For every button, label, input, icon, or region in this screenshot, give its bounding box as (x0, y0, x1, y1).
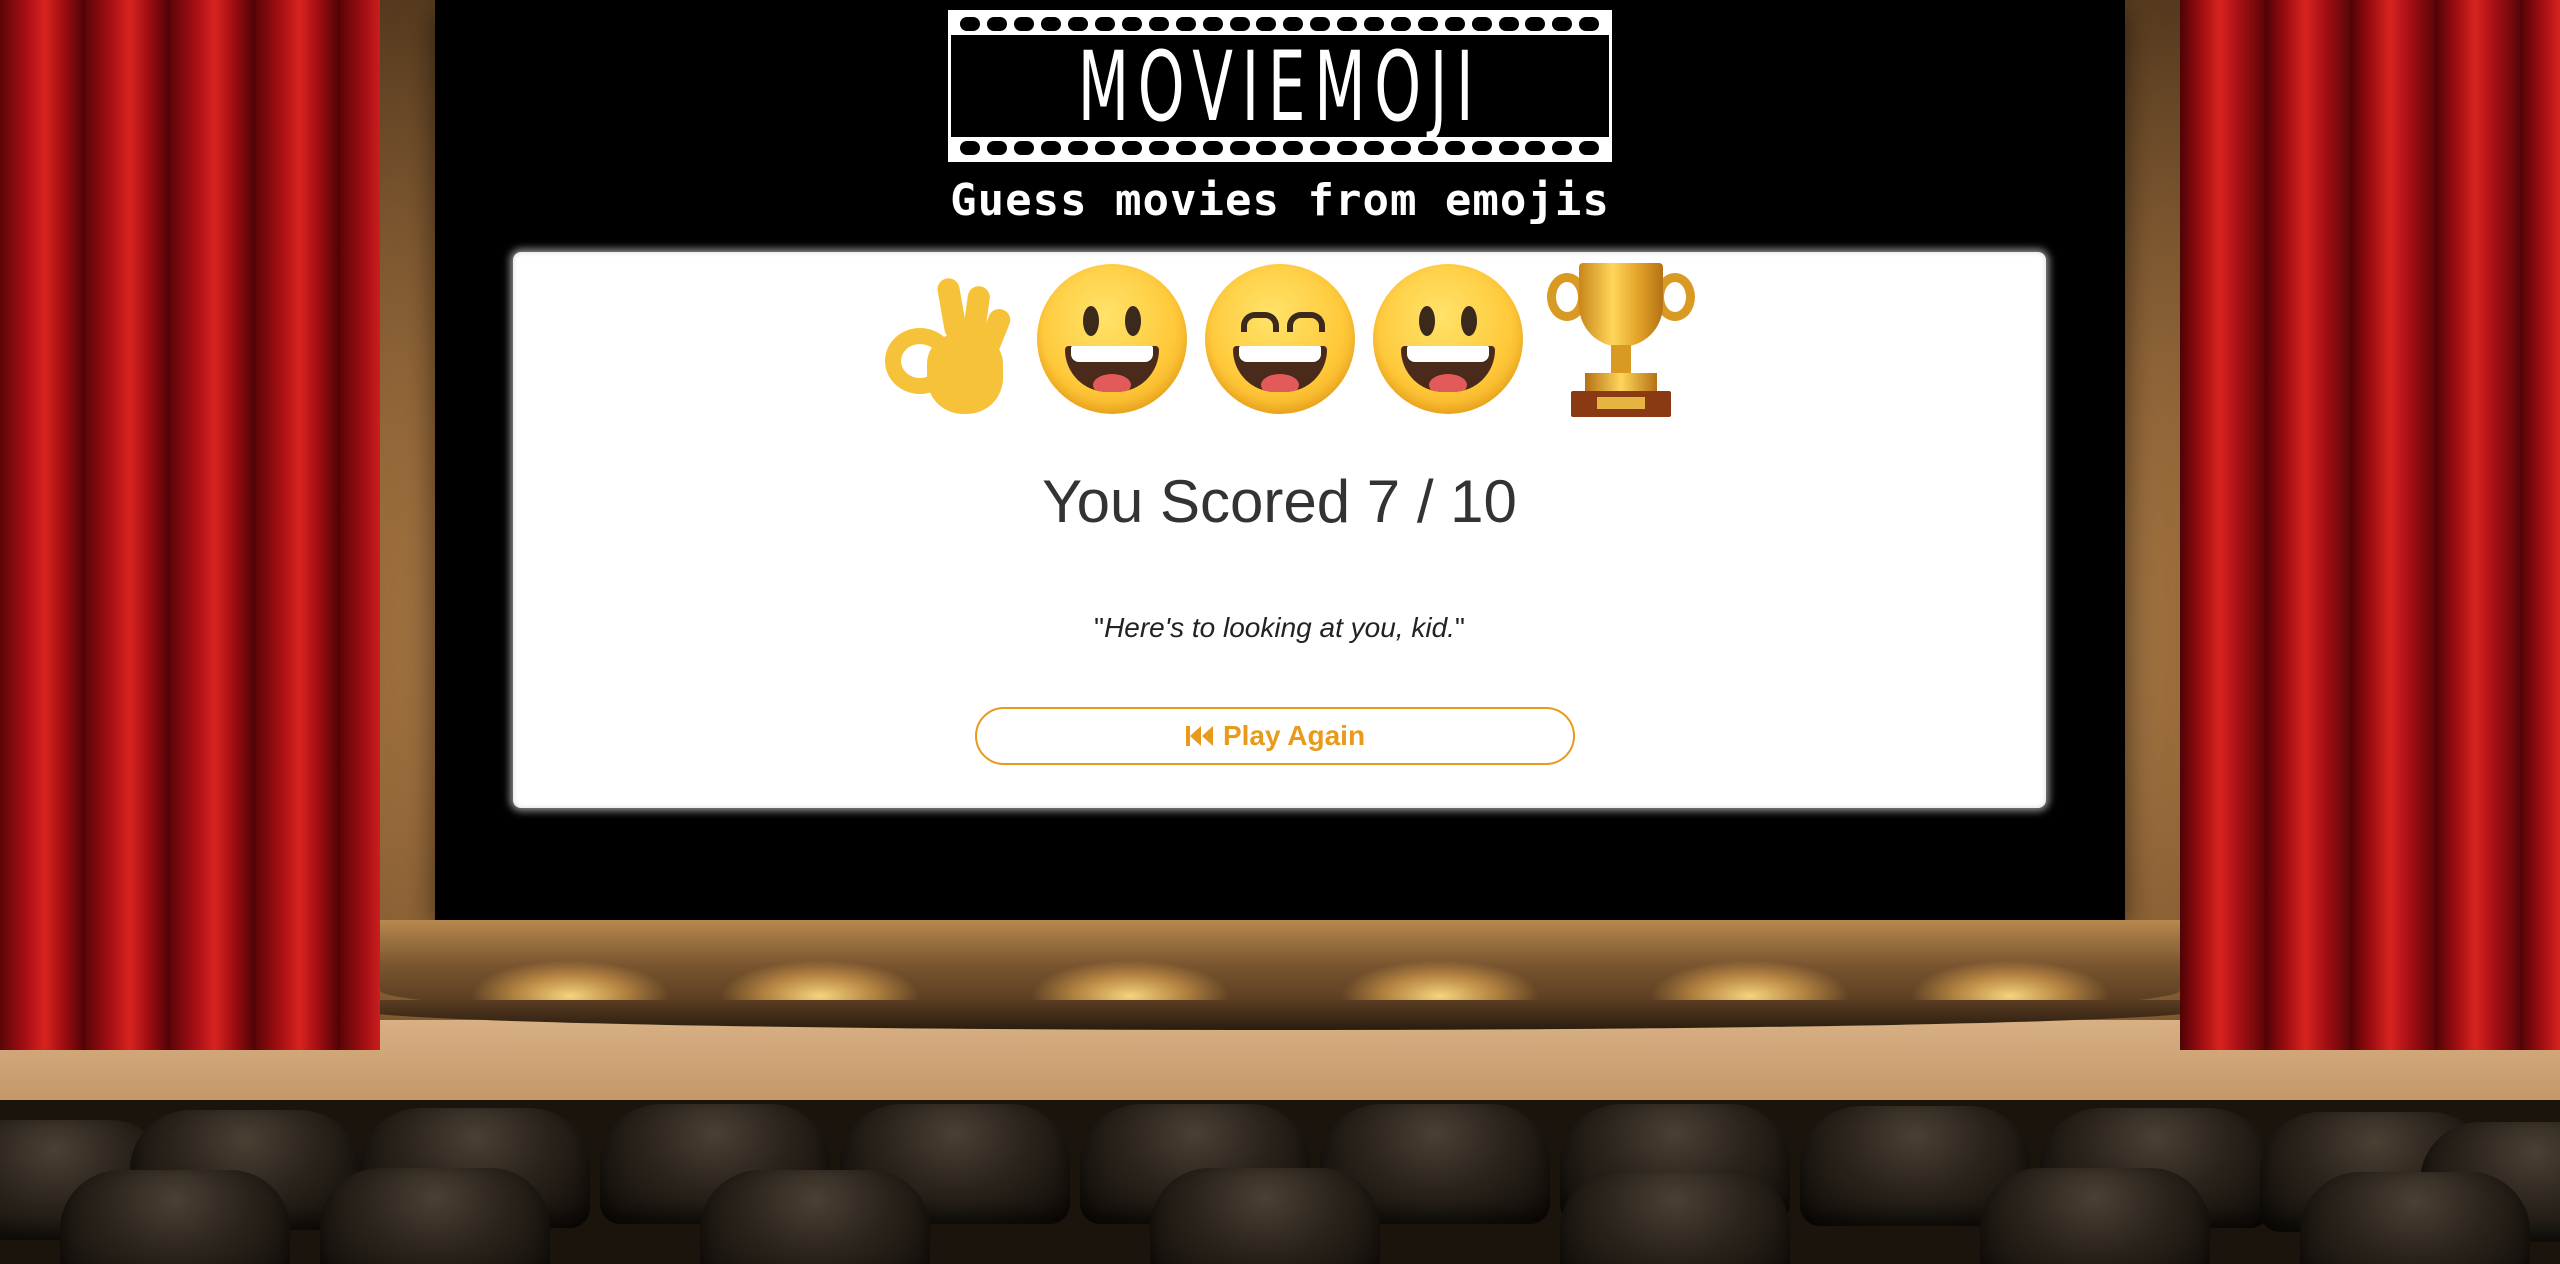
grinning-face-emoji (1372, 264, 1523, 414)
emoji-row (513, 263, 2046, 417)
beaming-face-emoji (1204, 264, 1355, 414)
seat (1150, 1168, 1380, 1264)
score-text: You Scored 7 / 10 (1042, 468, 1517, 535)
play-again-label: Play Again (1222, 720, 1366, 751)
quote-open-mark: " (1094, 612, 1105, 643)
rewind-icon (1185, 724, 1215, 748)
theater-floor (0, 1020, 2560, 1110)
tagline: Guess movies from emojis (950, 175, 1610, 226)
film-strip-bottom (951, 137, 1609, 159)
moviemoji-logo: MOVIEMOJI (948, 10, 1612, 162)
result-card: You Scored 7 / 10 "Here's to looking at … (513, 252, 2046, 808)
seat (60, 1170, 290, 1264)
movie-quote: "Here's to looking at you, kid." (513, 612, 2046, 644)
play-again-button[interactable]: Play Again (975, 707, 1575, 765)
theater-seats (0, 1100, 2560, 1264)
seat (700, 1170, 930, 1264)
logo-text: MOVIEMOJI (1077, 31, 1483, 143)
grinning-face-emoji (1036, 264, 1187, 414)
seat (1560, 1170, 1790, 1264)
curtain-right (2180, 0, 2560, 1050)
ok-hand-emoji (869, 264, 1019, 414)
curtain-left (0, 0, 380, 1050)
quote-body: Here's to looking at you, kid. (1104, 612, 1455, 643)
seat (320, 1168, 550, 1264)
trophy-emoji (1541, 263, 1695, 417)
theater-background: MOVIEMOJI Guess movies from emojis You S… (0, 0, 2560, 1264)
quote-close-mark: " (1454, 612, 1465, 643)
seat (1980, 1168, 2210, 1264)
seat (2300, 1172, 2530, 1264)
